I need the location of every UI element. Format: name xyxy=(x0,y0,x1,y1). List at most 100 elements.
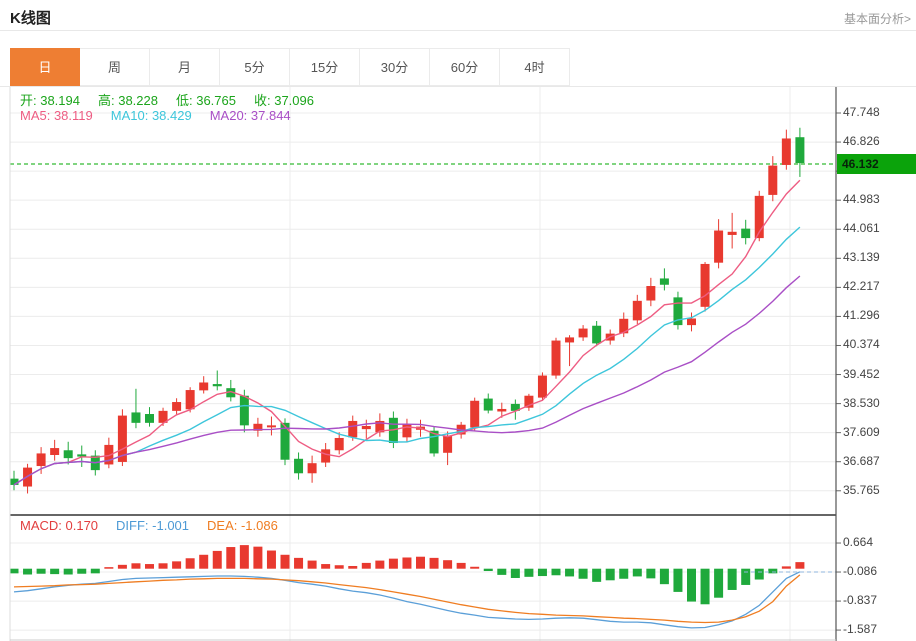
tab-week[interactable]: 周 xyxy=(80,48,150,86)
interval-tabs: 日周月5分15分30分60分4时 xyxy=(10,48,570,86)
macd-bar-positive xyxy=(240,545,249,569)
price-axis-label: 38.530 xyxy=(843,396,913,410)
kline-chart-canvas[interactable] xyxy=(0,87,916,641)
macd-bar-negative xyxy=(23,569,32,575)
macd-info-row: MACD: 0.170DIFF: -1.001DEA: -1.086 xyxy=(20,518,296,533)
price-axis-label: 36.687 xyxy=(843,454,913,468)
macd-bar-negative xyxy=(633,569,642,577)
candle-body-up xyxy=(267,425,276,427)
candle-body-down xyxy=(64,450,73,458)
macd-bar-positive xyxy=(199,555,208,569)
macd-bar-negative xyxy=(755,569,764,580)
candle-body-up xyxy=(443,436,452,453)
macd-bar-positive xyxy=(118,565,127,569)
macd-bar-positive xyxy=(281,555,290,569)
macd-bar-negative xyxy=(64,569,73,575)
macd-bar-negative xyxy=(538,569,547,576)
tab-30min[interactable]: 30分 xyxy=(360,48,430,86)
price-axis-label: 37.609 xyxy=(843,425,913,439)
macd-bar-positive xyxy=(375,561,384,569)
candle-body-up xyxy=(714,231,723,263)
macd-bar-negative xyxy=(50,569,59,574)
macd-bar-negative xyxy=(768,569,777,574)
macd-bar-negative xyxy=(646,569,655,579)
candle-body-down xyxy=(660,278,669,284)
macdinfo-macd: MACD: 0.170 xyxy=(20,518,98,533)
candle-body-up xyxy=(199,382,208,390)
candle-body-up xyxy=(308,463,317,473)
macd-bar-positive xyxy=(335,565,344,568)
macd-bar-negative xyxy=(673,569,682,592)
price-axis-label: 44.061 xyxy=(843,221,913,235)
candle-body-up xyxy=(402,424,411,437)
price-axis-label: 47.748 xyxy=(843,105,913,119)
price-axis-label: 42.217 xyxy=(843,279,913,293)
price-axis-label: 43.139 xyxy=(843,250,913,264)
macd-bar-positive xyxy=(104,567,113,569)
fundamental-analysis-link[interactable]: 基本面分析> xyxy=(844,10,911,27)
macd-bar-positive xyxy=(321,564,330,569)
price-axis-label: 44.983 xyxy=(843,192,913,206)
price-axis-label: 41.296 xyxy=(843,308,913,322)
chart-region: 开: 38.194高: 38.228低: 36.765收: 37.096 MA5… xyxy=(0,87,916,641)
macd-bar-negative xyxy=(741,569,750,585)
candle-body-up xyxy=(50,448,59,455)
macd-bar-positive xyxy=(389,559,398,569)
macd-bar-negative xyxy=(37,569,46,574)
tab-60min[interactable]: 60分 xyxy=(430,48,500,86)
tab-4hour[interactable]: 4时 xyxy=(500,48,570,86)
ohlc-high: 高: 38.228 xyxy=(98,93,158,108)
macd-bar-positive xyxy=(145,564,154,569)
macd-bar-positive xyxy=(795,562,804,569)
macd-axis-label: -0.837 xyxy=(843,593,913,607)
candle-body-up xyxy=(701,264,710,307)
candle-body-up xyxy=(728,232,737,235)
macd-bar-positive xyxy=(782,566,791,568)
candle-body-down xyxy=(294,459,303,474)
price-axis-label: 40.374 xyxy=(843,337,913,351)
candle-body-up xyxy=(37,453,46,466)
tab-5min[interactable]: 5分 xyxy=(220,48,290,86)
candle-body-up xyxy=(646,286,655,301)
candle-body-down xyxy=(484,399,493,411)
price-axis-label: 39.452 xyxy=(843,367,913,381)
macd-bar-positive xyxy=(213,551,222,569)
macd-axis-label: 0.664 xyxy=(843,535,913,549)
tab-day[interactable]: 日 xyxy=(10,48,80,86)
macd-bar-negative xyxy=(552,569,561,576)
candle-body-up xyxy=(172,402,181,411)
macd-bar-positive xyxy=(159,563,168,568)
tab-month[interactable]: 月 xyxy=(150,48,220,86)
macd-axis-label: -0.086 xyxy=(843,564,913,578)
candle-body-up xyxy=(335,438,344,450)
macd-bar-positive xyxy=(294,558,303,569)
macd-bar-positive xyxy=(267,551,276,569)
candle-body-down xyxy=(131,412,140,422)
macd-bar-negative xyxy=(701,569,710,605)
candle-body-up xyxy=(186,390,195,409)
macd-bar-negative xyxy=(511,569,520,578)
kline-page: K线图 基本面分析> 日周月5分15分30分60分4时 开: 38.194高: … xyxy=(0,0,916,641)
ohlc-low: 低: 36.765 xyxy=(176,93,236,108)
macd-bar-negative xyxy=(687,569,696,602)
ohlc-close: 收: 37.096 xyxy=(254,93,314,108)
macd-bar-negative xyxy=(619,569,628,579)
macd-bar-positive xyxy=(362,563,371,569)
macd-bar-positive xyxy=(457,563,466,569)
ma-info-row: MA5: 38.119MA10: 38.429MA20: 37.844 xyxy=(20,108,309,123)
candle-body-down xyxy=(741,229,750,238)
candle-body-up xyxy=(497,409,506,412)
candle-body-up xyxy=(687,318,696,325)
tab-15min[interactable]: 15分 xyxy=(290,48,360,86)
candle-body-up xyxy=(321,449,330,462)
candle-body-up xyxy=(633,301,642,321)
macd-bar-negative xyxy=(565,569,574,577)
macd-bar-negative xyxy=(592,569,601,582)
macd-bar-positive xyxy=(131,563,140,568)
macd-bar-positive xyxy=(402,557,411,568)
macd-bar-negative xyxy=(606,569,615,581)
ma-ma10: MA10: 38.429 xyxy=(111,108,192,123)
macd-bar-positive xyxy=(226,547,235,569)
macd-axis-label: -1.587 xyxy=(843,622,913,636)
macd-bar-negative xyxy=(524,569,533,577)
